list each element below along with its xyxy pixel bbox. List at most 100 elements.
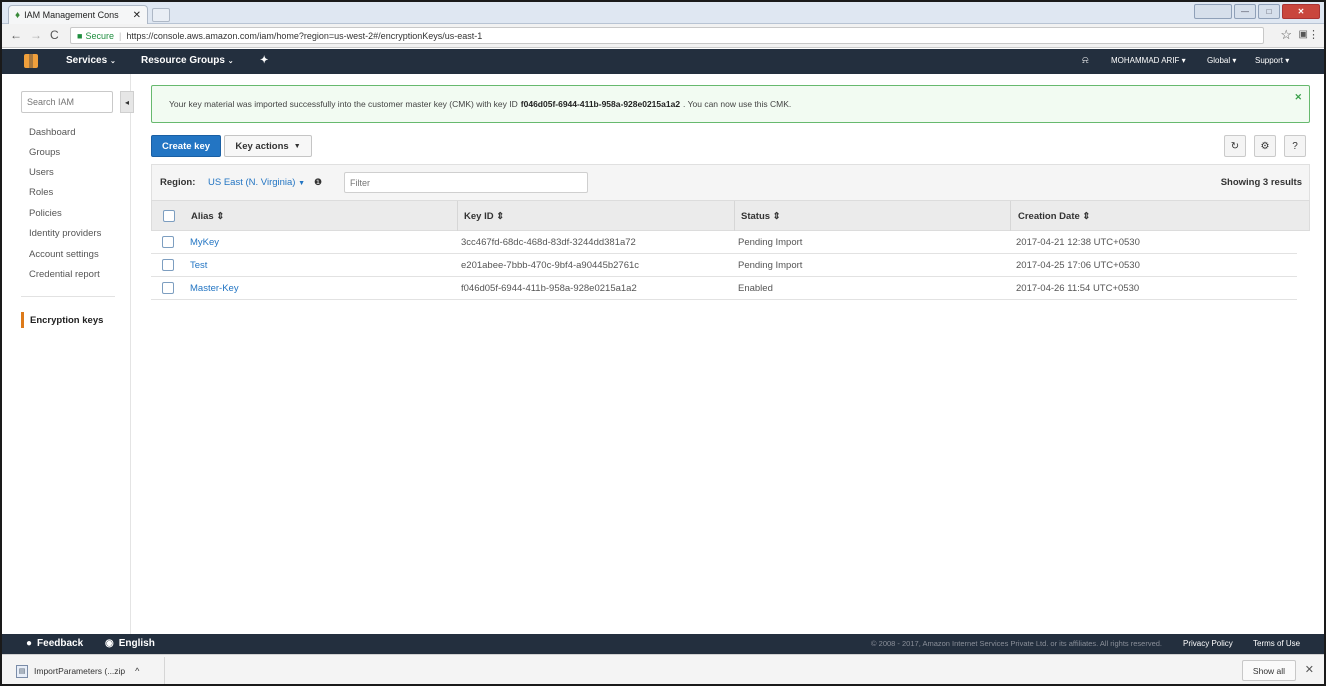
sidebar-divider	[21, 296, 115, 297]
sidebar: ◂ Dashboard Groups Users Roles Policies …	[2, 74, 134, 634]
status-cell: Pending Import	[738, 237, 803, 248]
sidebar-item-roles[interactable]: Roles	[29, 187, 53, 198]
show-all-downloads-button[interactable]: Show all	[1242, 660, 1296, 681]
sidebar-item-account-settings[interactable]: Account settings	[29, 249, 99, 260]
sidebar-item-encryption-keys[interactable]: Encryption keys	[21, 312, 121, 328]
profile-button[interactable]	[1194, 4, 1232, 19]
terms-of-use-link[interactable]: Terms of Use	[1253, 639, 1300, 648]
forward-icon[interactable]: →	[30, 28, 42, 42]
table-row[interactable]: Master-Key f046d05f-6944-411b-958a-928e0…	[151, 277, 1297, 300]
lock-icon: ■	[77, 30, 83, 41]
table-header: Alias ⇕ Key ID ⇕ Status ⇕ Creation Date …	[151, 200, 1310, 231]
sidebar-item-dashboard[interactable]: Dashboard	[29, 127, 75, 138]
creation-date-cell: 2017-04-26 11:54 UTC+0530	[1016, 283, 1140, 294]
minimize-icon[interactable]: —	[1234, 4, 1256, 19]
aws-top-nav: Services ⌄ Resource Groups ⌄ ✦ ⍾ MOHAMMA…	[2, 49, 1324, 74]
console-footer: ● Feedback ◉ English © 2008 - 2017, Amazon…	[2, 634, 1324, 654]
dismiss-alert-icon[interactable]: ✕	[1294, 92, 1302, 103]
refresh-icon[interactable]: ↻	[1224, 135, 1246, 157]
copyright-text: © 2008 - 2017, Amazon Internet Services …	[871, 639, 1162, 648]
secure-label: Secure	[85, 30, 114, 41]
help-icon[interactable]: ?	[1284, 135, 1306, 157]
region-selector[interactable]: US East (N. Virginia) ▼	[208, 177, 305, 188]
alias-link[interactable]: MyKey	[190, 237, 219, 248]
column-header-key-id[interactable]: Key ID ⇕	[464, 211, 504, 222]
row-checkbox[interactable]	[162, 282, 174, 294]
browser-window: ♦ IAM Management Cons ✕ — □ ✕ ← → C ■ Se…	[0, 0, 1326, 686]
key-id-cell: e201abee-7bbb-470c-9bf4-a90445b2761c	[461, 260, 640, 271]
url-field[interactable]: ■ Secure | https://console.aws.amazon.co…	[70, 27, 1264, 44]
table-row[interactable]: Test e201abee-7bbb-470c-9bf4-a90445b2761…	[151, 254, 1297, 277]
resource-groups-menu[interactable]: Resource Groups ⌄	[141, 55, 234, 66]
extension-icon[interactable]: ▣	[1299, 29, 1308, 40]
language-selector[interactable]: ◉ English	[105, 638, 155, 649]
reload-icon[interactable]: C	[50, 28, 59, 42]
support-menu[interactable]: Support ▾	[1255, 56, 1289, 65]
select-all-checkbox[interactable]	[163, 210, 175, 222]
close-downloads-icon[interactable]: ✕	[1305, 663, 1314, 676]
downloads-bar: ▤ ImportParameters (...zip ^ Show all ✕	[2, 654, 1324, 684]
address-bar: ← → C ■ Secure | https://console.aws.ama…	[2, 24, 1324, 48]
close-window-icon[interactable]: ✕	[1282, 4, 1320, 19]
region-menu[interactable]: Global ▾	[1207, 56, 1236, 65]
column-header-status[interactable]: Status ⇕	[741, 211, 781, 222]
sidebar-item-policies[interactable]: Policies	[29, 208, 62, 219]
tab-title: IAM Management Cons	[24, 10, 119, 20]
region-label: Region:	[160, 177, 196, 188]
alias-link[interactable]: Test	[190, 260, 207, 271]
browser-menu-icon[interactable]: ⋮	[1308, 28, 1319, 41]
chevron-down-icon: ⌄	[227, 58, 234, 65]
gear-icon[interactable]: ⚙	[1254, 135, 1276, 157]
alias-link[interactable]: Master-Key	[190, 283, 239, 294]
row-checkbox[interactable]	[162, 259, 174, 271]
aws-logo-icon[interactable]	[24, 54, 38, 68]
url-separator: |	[118, 30, 122, 41]
key-id-cell: f046d05f-6944-411b-958a-928e0215a1a2	[461, 283, 637, 294]
download-filename: ImportParameters (...zip	[34, 666, 126, 676]
pin-icon[interactable]: ✦	[260, 55, 268, 66]
bookmark-star-icon[interactable]: ☆	[1280, 27, 1292, 43]
maximize-icon[interactable]: □	[1258, 4, 1280, 19]
user-menu[interactable]: MOHAMMAD ARIF ▾	[1111, 56, 1186, 65]
feedback-link[interactable]: ● Feedback	[26, 638, 83, 649]
collapse-sidebar-icon[interactable]: ◂	[120, 91, 134, 113]
chevron-down-icon: ⌄	[109, 58, 116, 65]
new-tab-button[interactable]	[152, 8, 170, 22]
row-checkbox[interactable]	[162, 236, 174, 248]
results-count: Showing 3 results	[1220, 177, 1302, 188]
search-iam-input[interactable]	[21, 91, 113, 113]
services-menu[interactable]: Services ⌄	[66, 55, 116, 66]
close-tab-icon[interactable]: ✕	[133, 10, 141, 21]
sidebar-item-credential-report[interactable]: Credential report	[29, 269, 100, 280]
sidebar-item-identity-providers[interactable]: Identity providers	[29, 228, 101, 239]
back-icon[interactable]: ←	[10, 28, 22, 42]
info-icon[interactable]: ❶	[314, 177, 322, 188]
status-cell: Enabled	[738, 283, 773, 294]
bell-icon[interactable]: ⍾	[1082, 55, 1089, 66]
speech-bubble-icon: ●	[26, 638, 33, 649]
status-cell: Pending Import	[738, 260, 803, 271]
download-item[interactable]: ▤ ImportParameters (...zip ^	[10, 657, 165, 684]
table-row[interactable]: MyKey 3cc467fd-68dc-468d-83df-3244dd381a…	[151, 231, 1297, 254]
browser-tab[interactable]: ♦ IAM Management Cons ✕	[8, 5, 148, 24]
column-divider	[734, 201, 735, 231]
privacy-policy-link[interactable]: Privacy Policy	[1183, 639, 1233, 648]
filter-input[interactable]	[344, 172, 588, 193]
creation-date-cell: 2017-04-21 12:38 UTC+0530	[1016, 237, 1140, 248]
sidebar-item-groups[interactable]: Groups	[29, 147, 60, 158]
caret-down-icon: ▼	[293, 142, 301, 150]
sidebar-item-users[interactable]: Users	[29, 167, 54, 178]
column-header-alias[interactable]: Alias ⇕	[191, 211, 224, 222]
key-actions-label: Key actions	[235, 140, 289, 152]
key-actions-button[interactable]: Key actions ▼	[224, 135, 312, 157]
create-key-button[interactable]: Create key	[151, 135, 221, 157]
filter-bar: Region: US East (N. Virginia) ▼ ❶ Showin…	[151, 164, 1310, 200]
creation-date-cell: 2017-04-25 17:06 UTC+0530	[1016, 260, 1140, 271]
alert-key-id: f046d05f-6944-411b-958a-928e0215a1a2	[520, 99, 681, 109]
window-controls: — □ ✕	[1194, 4, 1320, 19]
success-alert: Your key material was imported successfu…	[151, 85, 1310, 123]
column-header-creation-date[interactable]: Creation Date ⇕	[1018, 211, 1090, 222]
chevron-up-icon[interactable]: ^	[135, 666, 139, 676]
alert-message-prefix: Your key material was imported successfu…	[169, 99, 518, 109]
column-divider	[1010, 201, 1011, 231]
